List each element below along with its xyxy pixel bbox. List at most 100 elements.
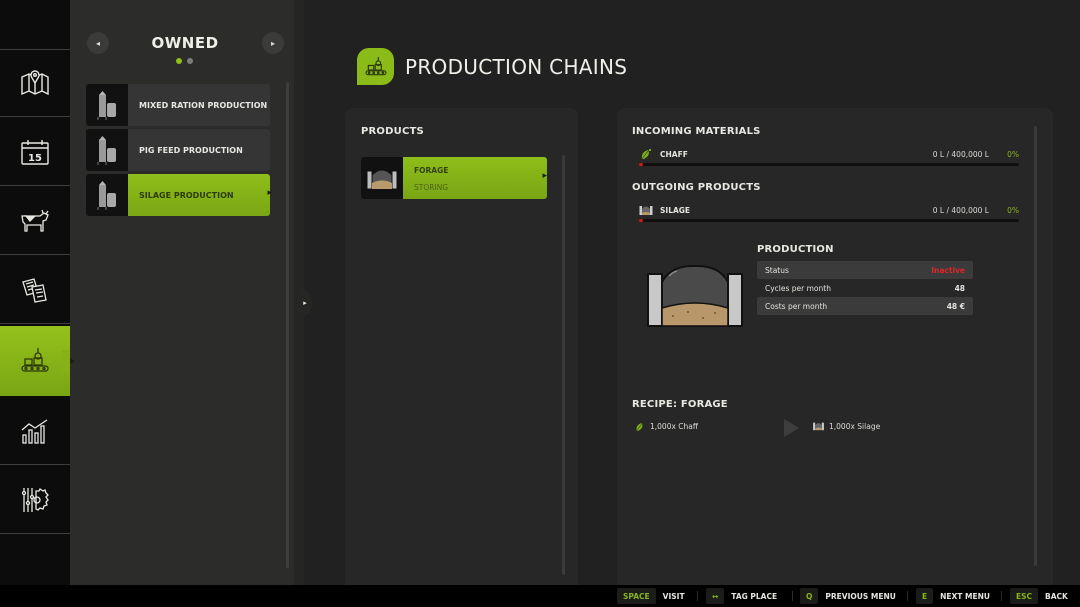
sidebar-item-calendar[interactable]: 15 <box>0 118 70 186</box>
sidebar-item-map[interactable] <box>0 49 70 117</box>
silo-icon <box>97 136 116 165</box>
owned-item-label: MIXED RATION PRODUCTION <box>128 84 270 126</box>
owned-item-silage[interactable]: SILAGE PRODUCTION <box>86 174 272 216</box>
chaff-icon <box>641 149 651 160</box>
sidebar-item-animals[interactable] <box>0 187 70 255</box>
products-panel: PRODUCTS FORAGE STORING <box>345 108 578 585</box>
silo-thumbnail <box>86 129 128 171</box>
silo-icon <box>97 91 116 120</box>
production-icon <box>364 56 387 75</box>
products-scrollbar[interactable] <box>562 155 565 575</box>
chaff-icon <box>636 423 643 431</box>
product-thumbnail <box>361 157 403 199</box>
costs-row: Costs per month 48 € <box>757 297 973 315</box>
main-menu-sidebar: 15 <box>0 0 78 585</box>
recipe-input: 1,000x Chaff <box>634 421 698 432</box>
page-dot-2[interactable] <box>187 58 193 64</box>
silo-icon <box>97 181 116 210</box>
production-icon <box>21 348 49 372</box>
chevron-right-icon: ▸ <box>270 38 275 48</box>
divider <box>1001 591 1002 601</box>
owned-item-pig-feed[interactable]: PIG FEED PRODUCTION <box>86 129 270 171</box>
recipe-row: 1,000x Chaff 1,000x Silage <box>632 419 932 437</box>
input-hints-bar: SPACE VISIT ↔ TAG PLACE Q PREVIOUS MENU … <box>0 585 1080 607</box>
sidebar-item-contracts[interactable] <box>0 256 70 324</box>
sidebar-item-statistics[interactable] <box>0 397 70 465</box>
page-dot-1[interactable] <box>176 58 182 64</box>
silo-thumbnail <box>86 174 128 216</box>
map-icon <box>21 70 49 96</box>
owned-scrollbar[interactable] <box>286 82 289 568</box>
production-title: PRODUCTION <box>757 244 834 255</box>
fill-level-bar <box>639 219 1019 222</box>
hint-label: BACK <box>1045 591 1068 601</box>
key-esc: ESC <box>1010 588 1039 604</box>
owned-item-label: SILAGE PRODUCTION <box>128 174 270 216</box>
fill-level-bar <box>639 163 1019 166</box>
hint-label: TAG PLACE <box>731 591 778 601</box>
owned-next-button[interactable]: ▸ <box>262 32 284 54</box>
products-title: PRODUCTS <box>361 126 424 137</box>
sidebar-item-production[interactable] <box>0 326 78 396</box>
page-indicator <box>176 58 193 64</box>
material-percent: 0% <box>1007 150 1019 159</box>
play-arrow-icon <box>784 419 799 437</box>
page-title: PRODUCTION CHAINS <box>405 54 628 79</box>
product-name: FORAGE <box>414 166 449 175</box>
costs-value: 48 € <box>946 301 965 311</box>
silage-bunker-icon <box>366 169 398 190</box>
hint-tag-place[interactable]: ↔ TAG PLACE <box>706 588 777 604</box>
divider <box>907 591 908 601</box>
silo-thumbnail <box>86 84 128 126</box>
divider <box>792 591 793 601</box>
incoming-row-chaff: CHAFF 0 L / 400,000 L 0% <box>639 148 1019 168</box>
cycles-value: 48 <box>954 283 965 293</box>
recipe-input-text: 1,000x Chaff <box>650 422 699 431</box>
outgoing-row-silage: SILAGE 0 L / 400,000 L 0% <box>639 204 1019 224</box>
fill-level-indicator <box>639 163 643 166</box>
product-percent: 0% <box>1007 206 1019 215</box>
settings-icon <box>21 487 49 512</box>
contracts-icon <box>22 277 47 303</box>
silage-bunker-image <box>647 264 743 327</box>
product-status: STORING <box>414 183 449 192</box>
outgoing-products-title: OUTGOING PRODUCTS <box>632 182 761 193</box>
cow-icon <box>21 209 49 232</box>
svg-text:15: 15 <box>28 153 42 164</box>
key-tag: ↔ <box>706 588 725 604</box>
material-amount: 0 L / 400,000 L <box>932 150 989 159</box>
collapse-panel-button[interactable]: ▸ <box>298 288 312 318</box>
hint-visit[interactable]: SPACE VISIT <box>617 588 685 604</box>
owned-productions-list: MIXED RATION PRODUCTION PIG FEED PRODUCT… <box>86 84 272 219</box>
status-value: Inactive <box>931 265 965 275</box>
page-header: PRODUCTION CHAINS <box>357 48 627 85</box>
status-row: Status Inactive <box>757 261 973 279</box>
chevron-right-icon: ▸ <box>303 299 307 307</box>
costs-label: Costs per month <box>765 301 828 311</box>
cycles-row: Cycles per month 48 <box>757 279 973 297</box>
owned-panel: ◂ OWNED ▸ MIXED RATION PRODUCTION PIG FE… <box>70 0 304 585</box>
hint-back[interactable]: ESC BACK <box>1010 588 1068 604</box>
active-notch <box>70 358 75 364</box>
hint-label: PREVIOUS MENU <box>825 591 896 601</box>
product-item-forage[interactable]: FORAGE STORING <box>361 157 547 199</box>
key-e: E <box>916 588 934 604</box>
silage-icon <box>639 206 653 215</box>
recipe-output: 1,000x Silage <box>812 421 880 431</box>
hint-previous-menu[interactable]: Q PREVIOUS MENU <box>800 588 896 604</box>
product-body: FORAGE STORING <box>403 157 547 199</box>
production-chains-screen: 15 ◂ OWNED ▸ MIXED RATION PRODUCTION PIG… <box>0 0 1080 607</box>
material-name: CHAFF <box>660 150 688 159</box>
silage-icon <box>813 422 824 431</box>
key-space: SPACE <box>617 588 656 604</box>
cycles-label: Cycles per month <box>765 283 831 293</box>
sidebar-item-settings[interactable] <box>0 466 70 534</box>
header-icon-badge <box>357 48 394 85</box>
divider <box>697 591 698 601</box>
fill-level-indicator <box>639 219 643 222</box>
product-amount: 0 L / 400,000 L <box>932 206 989 215</box>
product-name: SILAGE <box>660 206 691 215</box>
hint-next-menu[interactable]: E NEXT MENU <box>916 588 990 604</box>
details-scrollbar[interactable] <box>1034 126 1037 566</box>
owned-item-mixed-ration[interactable]: MIXED RATION PRODUCTION <box>86 84 270 126</box>
